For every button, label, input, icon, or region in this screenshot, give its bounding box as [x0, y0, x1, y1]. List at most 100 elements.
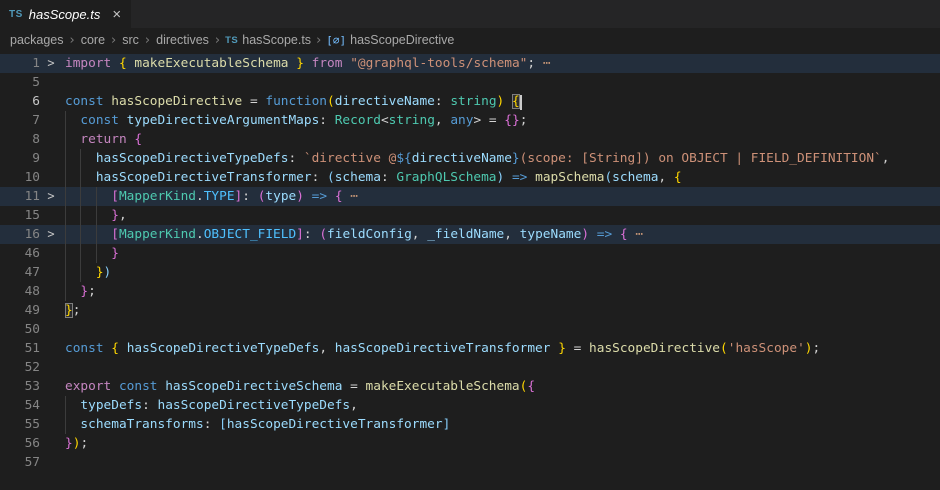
- code-line-content[interactable]: typeDefs: hasScopeDirectiveTypeDefs,: [62, 396, 940, 415]
- code-line[interactable]: 8 return {: [0, 130, 940, 149]
- line-number[interactable]: 52: [0, 358, 40, 377]
- code-line[interactable]: 51 const { hasScopeDirectiveTypeDefs, has…: [0, 339, 940, 358]
- code-line[interactable]: 10 hasScopeDirectiveTransformer: (schema…: [0, 168, 940, 187]
- code-line[interactable]: 1>import { makeExecutableSchema } from "…: [0, 54, 940, 73]
- line-number[interactable]: 53: [0, 377, 40, 396]
- code-line-content[interactable]: [MapperKind.OBJECT_FIELD]: (fieldConfig,…: [62, 225, 940, 244]
- fold-chevron-icon[interactable]: >: [40, 187, 62, 206]
- code-line[interactable]: 11> [MapperKind.TYPE]: (type) => { ⋯: [0, 187, 940, 206]
- line-number[interactable]: 54: [0, 396, 40, 415]
- code-line[interactable]: 54 typeDefs: hasScopeDirectiveTypeDefs,: [0, 396, 940, 415]
- code-token: const: [80, 113, 119, 128]
- code-line[interactable]: 52: [0, 358, 940, 377]
- code-token: TYPE: [204, 189, 235, 204]
- code-line-content[interactable]: [62, 320, 940, 339]
- breadcrumb-item[interactable]: core: [80, 33, 106, 47]
- code-line[interactable]: 5: [0, 73, 940, 92]
- code-line-content[interactable]: const hasScopeDirective = function(direc…: [62, 92, 940, 111]
- code-line-content[interactable]: const { hasScopeDirectiveTypeDefs, hasSc…: [62, 339, 940, 358]
- line-number[interactable]: 7: [0, 111, 40, 130]
- code-token: {: [674, 170, 682, 185]
- code-token: mapSchema: [535, 170, 604, 185]
- code-line-content[interactable]: const typeDirectiveArgumentMaps: Record<…: [62, 111, 940, 130]
- line-number[interactable]: 5: [0, 73, 40, 92]
- code-token: hasScopeDirectiveTransformer: [227, 417, 443, 432]
- fold-chevron-icon[interactable]: >: [40, 54, 62, 73]
- code-token: =>: [312, 189, 327, 204]
- code-line-content[interactable]: [62, 358, 940, 377]
- code-line-content[interactable]: import { makeExecutableSchema } from "@g…: [62, 54, 940, 73]
- line-number[interactable]: 47: [0, 263, 40, 282]
- line-number[interactable]: 46: [0, 244, 40, 263]
- line-number[interactable]: 57: [0, 453, 40, 472]
- line-number[interactable]: 15: [0, 206, 40, 225]
- code-token: [111, 379, 119, 394]
- line-number[interactable]: 10: [0, 168, 40, 187]
- code-token: makeExecutableSchema: [366, 379, 520, 394]
- code-line[interactable]: 56});: [0, 434, 940, 453]
- code-line-content[interactable]: return {: [62, 130, 940, 149]
- code-line-content[interactable]: };: [62, 282, 940, 301]
- close-icon[interactable]: ×: [112, 7, 121, 22]
- code-line[interactable]: 49};: [0, 301, 940, 320]
- code-line-content[interactable]: schemaTransforms: [hasScopeDirectiveTran…: [62, 415, 940, 434]
- code-line-content[interactable]: }: [62, 244, 940, 263]
- code-line[interactable]: 48 };: [0, 282, 940, 301]
- code-line-content[interactable]: hasScopeDirectiveTypeDefs: `directive @$…: [62, 149, 940, 168]
- breadcrumb-file[interactable]: TShasScope.ts: [225, 33, 311, 47]
- line-number[interactable]: 51: [0, 339, 40, 358]
- code-token: [65, 398, 80, 413]
- code-editor[interactable]: 1>import { makeExecutableSchema } from "…: [0, 52, 940, 472]
- breadcrumb-item[interactable]: directives: [155, 33, 210, 47]
- code-line[interactable]: 55 schemaTransforms: [hasScopeDirectiveT…: [0, 415, 940, 434]
- code-line[interactable]: 57: [0, 453, 940, 472]
- gutter: 48: [0, 282, 62, 301]
- breadcrumb-item[interactable]: packages: [9, 33, 65, 47]
- fold-gutter: [40, 377, 62, 396]
- code-token: ]: [296, 227, 304, 242]
- line-number[interactable]: 6: [0, 92, 40, 111]
- code-line[interactable]: 6 const hasScopeDirective = function(dire…: [0, 92, 940, 111]
- line-number[interactable]: 55: [0, 415, 40, 434]
- code-token: ;: [88, 284, 96, 299]
- fold-chevron-icon[interactable]: >: [40, 225, 62, 244]
- line-number[interactable]: 8: [0, 130, 40, 149]
- line-number[interactable]: 50: [0, 320, 40, 339]
- code-line[interactable]: 47 }): [0, 263, 940, 282]
- code-line-content[interactable]: [62, 453, 940, 472]
- code-token: [304, 56, 312, 71]
- code-line[interactable]: 50: [0, 320, 940, 339]
- code-line[interactable]: 46 }: [0, 244, 940, 263]
- breadcrumb-item[interactable]: src: [121, 33, 140, 47]
- code-token: hasScopeDirectiveTransformer: [335, 341, 551, 356]
- code-line-content[interactable]: export const hasScopeDirectiveSchema = m…: [62, 377, 940, 396]
- code-line-content[interactable]: };: [62, 301, 940, 320]
- gutter: 53: [0, 377, 62, 396]
- folded-code-ellipsis[interactable]: ⋯: [543, 56, 551, 71]
- code-token: [65, 132, 80, 147]
- code-line[interactable]: 16> [MapperKind.OBJECT_FIELD]: (fieldCon…: [0, 225, 940, 244]
- line-number[interactable]: 49: [0, 301, 40, 320]
- code-line-content[interactable]: });: [62, 434, 940, 453]
- line-number[interactable]: 48: [0, 282, 40, 301]
- code-line-content[interactable]: [62, 73, 940, 92]
- folded-code-ellipsis[interactable]: ⋯: [635, 227, 643, 242]
- code-line[interactable]: 53 export const hasScopeDirectiveSchema =…: [0, 377, 940, 396]
- line-number[interactable]: 9: [0, 149, 40, 168]
- code-token: MapperKind: [119, 189, 196, 204]
- code-line-content[interactable]: }): [62, 263, 940, 282]
- line-number[interactable]: 1: [0, 54, 40, 73]
- line-number[interactable]: 56: [0, 434, 40, 453]
- code-line[interactable]: 15 },: [0, 206, 940, 225]
- code-line[interactable]: 9 hasScopeDirectiveTypeDefs: `directive …: [0, 149, 940, 168]
- code-line-content[interactable]: },: [62, 206, 940, 225]
- chevron-right-icon: ›: [210, 33, 225, 48]
- line-number[interactable]: 11: [0, 187, 40, 206]
- breadcrumb-symbol[interactable]: [∅]hasScopeDirective: [326, 33, 454, 47]
- code-line[interactable]: 7 const typeDirectiveArgumentMaps: Recor…: [0, 111, 940, 130]
- folded-code-ellipsis[interactable]: ⋯: [350, 189, 358, 204]
- code-line-content[interactable]: hasScopeDirectiveTransformer: (schema: G…: [62, 168, 940, 187]
- code-line-content[interactable]: [MapperKind.TYPE]: (type) => { ⋯: [62, 187, 940, 206]
- line-number[interactable]: 16: [0, 225, 40, 244]
- tab-hasscope[interactable]: TS hasScope.ts ×: [0, 0, 131, 28]
